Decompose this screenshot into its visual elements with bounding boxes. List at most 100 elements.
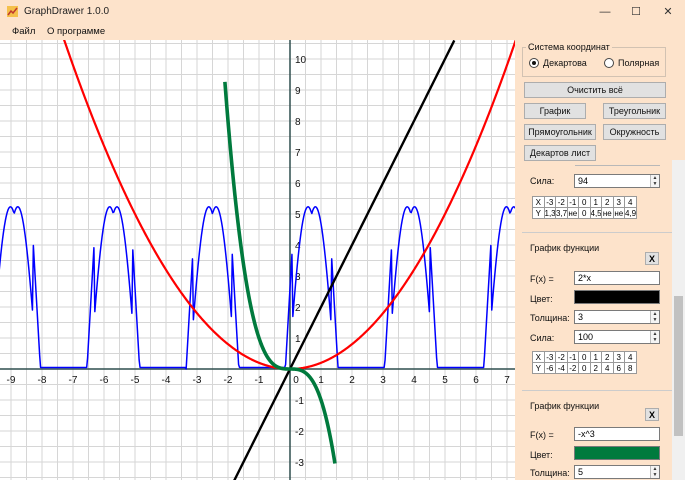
x-tick-label: -6 [100,375,109,386]
table-cell: -1 [566,351,579,363]
func1-close-button[interactable]: X [645,252,659,265]
x-tick-label: -3 [193,375,202,386]
spinner-arrows-icon[interactable]: ▲ ▼ [650,311,659,323]
table-cell: X [532,351,545,363]
x-tick-label: -8 [38,375,47,386]
func1-separator [522,232,672,233]
x-tick-label: -1 [255,375,264,386]
close-window-button[interactable]: ✕ [652,0,684,23]
table-cell: X [532,196,545,208]
func1-color-swatch[interactable] [574,290,660,304]
table-row: Y 1,3 3,7 не 0 4,5 не не 4,9 [532,207,637,219]
partial-strength-input[interactable]: 94 ▲ ▼ [574,174,660,188]
close-icon: ✕ [663,6,673,18]
table-cell: 3 [612,196,625,208]
graph-button[interactable]: График [524,103,586,119]
table-cell: 2 [589,362,602,374]
func2-title: График функции [530,401,600,411]
triangle-button[interactable]: Треугольник [603,103,666,119]
func2-fx-label: F(x) = [530,430,554,440]
x-tick-label: 1 [318,375,324,386]
rectangle-button[interactable]: Прямоугольник [524,124,596,140]
y-tick-label: 9 [295,86,301,97]
func2-width-input[interactable]: 5 ▲ ▼ [574,465,660,479]
y-tick-label: -2 [295,427,304,438]
radio-polar[interactable] [604,58,614,68]
x-tick-label: 6 [473,375,479,386]
func1-values-table: X -3 -2 -1 0 1 2 3 4 Y -6 -4 -2 0 2 4 6 8 [532,351,637,374]
x-tick-label: -4 [162,375,171,386]
minimize-button[interactable]: — [589,0,621,23]
window-title: GraphDrawer 1.0.0 [24,6,110,17]
table-cell: 0 [578,362,591,374]
table-cell: 0 [578,207,591,219]
x-tick-label: -5 [131,375,140,386]
func1-fx-label: F(x) = [530,274,554,284]
table-row: X -3 -2 -1 0 1 2 3 4 [532,196,637,208]
table-cell: -2 [555,351,568,363]
table-cell: 2 [601,196,614,208]
table-cell: -2 [555,196,568,208]
table-row: Y -6 -4 -2 0 2 4 6 8 [532,362,637,374]
y-tick-label: 5 [295,210,301,221]
spinner-arrows-icon[interactable]: ▲ ▼ [650,466,659,478]
maximize-button[interactable]: ☐ [620,0,652,23]
func2-color-swatch[interactable] [574,446,660,460]
blue-pulse-curve [0,206,515,370]
func2-close-button[interactable]: X [645,408,659,421]
y-tick-label: 2 [295,303,301,314]
maximize-icon: ☐ [631,6,641,18]
x-tick-label: 5 [442,375,448,386]
table-cell: -2 [566,362,579,374]
table-cell: не [601,207,614,219]
title-bar: GraphDrawer 1.0.0 — ☐ ✕ [0,0,685,23]
func1-title: График функции [530,243,600,253]
spinner-arrows-icon[interactable]: ▲ ▼ [650,175,659,187]
func2-fx-input[interactable]: -x^3 [574,427,660,441]
x-tick-label: -2 [224,375,233,386]
func1-width-value: 3 [578,312,584,322]
y-tick-label: -1 [295,396,304,407]
table-cell: не [612,207,625,219]
x-tick-label: 4 [411,375,417,386]
app-graph-icon [7,6,18,17]
func1-strength-label: Сила: [530,333,555,343]
table-cell: 3,7 [555,207,568,219]
scrollbar-thumb[interactable] [674,296,683,436]
y-tick-label: 7 [295,148,301,159]
y-tick-label: 1 [295,334,301,345]
radio-cartesian[interactable] [529,58,539,68]
table-cell: 1 [589,351,602,363]
func1-width-input[interactable]: 3 ▲ ▼ [574,310,660,324]
func1-strength-value: 100 [578,332,594,342]
partial-block-edge [575,165,660,166]
circle-button[interactable]: Окружность [603,124,666,140]
y-tick-label: 6 [295,179,301,190]
table-cell: Y [532,362,545,374]
spinner-arrows-icon[interactable]: ▲ ▼ [650,331,659,343]
red-parabola-curve [63,40,515,371]
radio-cartesian-label: Декартова [543,58,587,68]
x-tick-label: 0 [293,375,299,386]
x-tick-label: 7 [504,375,510,386]
partial-strength-value: 94 [578,176,589,186]
table-cell: 0 [578,196,591,208]
table-cell: -4 [555,362,568,374]
clear-all-button[interactable]: Очистить всё [524,82,666,98]
plot-svg[interactable]: -9 -8 -7 -6 -5 -4 -3 -2 -1 0 1 2 3 4 5 6 710987654321-1-… [0,40,515,480]
menu-file[interactable]: Файл [12,26,35,37]
x-tick-label: -7 [69,375,78,386]
table-cell: 2 [601,351,614,363]
close-icon: X [648,253,655,264]
x-tick-label: -9 [7,375,16,386]
func1-strength-input[interactable]: 100 ▲ ▼ [574,330,660,344]
func1-fx-input[interactable]: 2*x [574,271,660,285]
table-row: X -3 -2 -1 0 1 2 3 4 [532,351,637,363]
menu-about[interactable]: О программе [47,26,105,37]
y-tick-label: 8 [295,117,301,128]
plot-canvas[interactable]: -9 -8 -7 -6 -5 -4 -3 -2 -1 0 1 2 3 4 5 6 7 10 9 8 7 6 5 4 3 2 1 -1-… [0,40,515,480]
table-cell: 1,3 [543,207,556,219]
cartesian-leaf-button[interactable]: Декартов лист [524,145,596,161]
y-tick-label: 10 [295,55,307,66]
partial-strength-label: Сила: [530,176,555,186]
